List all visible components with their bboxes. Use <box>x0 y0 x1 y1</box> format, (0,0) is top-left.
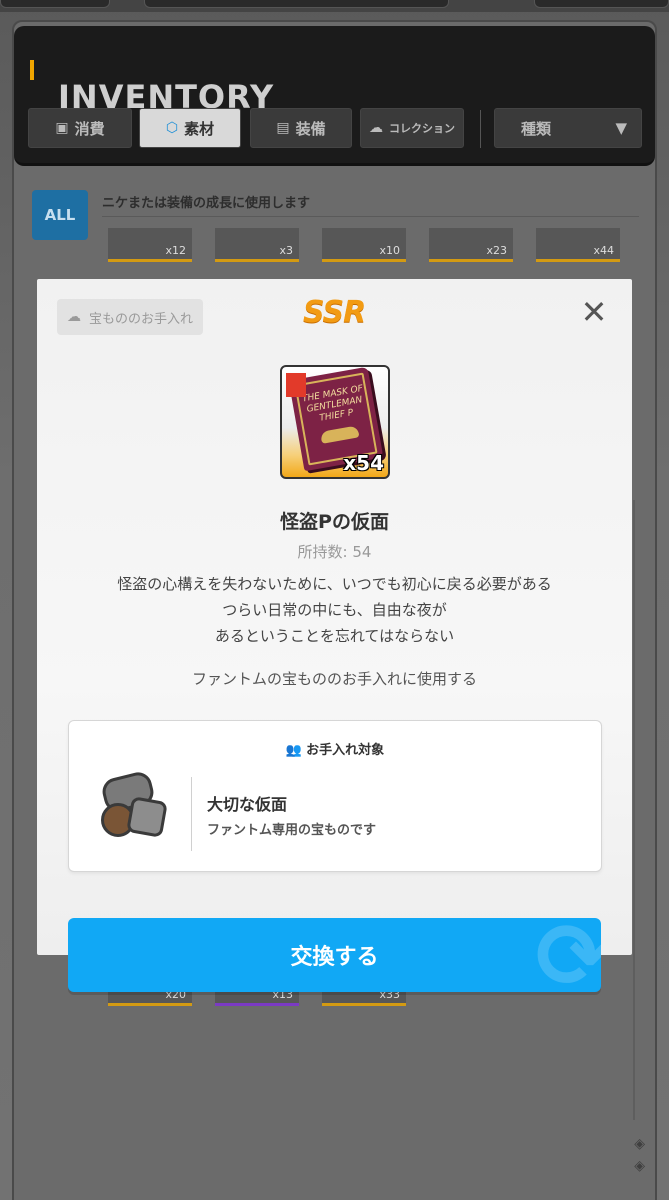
tab-material[interactable]: ⬡ 素材 <box>139 108 241 148</box>
close-icon[interactable]: ✕ <box>578 296 610 329</box>
item-icon-card: THE MASK OF GENTLEMAN THIEF P x54 <box>280 365 390 479</box>
category-hint: ニケまたは装備の成長に使用します <box>102 196 311 211</box>
item-usage: ファントムの宝もののお手入れに使用する <box>191 670 477 688</box>
care-target-box: 👥 お手入れ対象 大切な仮面 ファントム専用の宝ものです <box>68 720 602 872</box>
sort-dropdown[interactable]: 種類 ▼ <box>494 108 642 148</box>
refresh-icon: ⟳ <box>535 918 601 992</box>
people-icon: 👥 <box>285 743 303 758</box>
inventory-item[interactable]: x3 <box>215 228 299 262</box>
item-name: 怪盗Pの仮面 <box>280 511 389 533</box>
description-line: 怪盗の心構えを失わないために、いつでも初心に戻る必要がある <box>117 575 552 593</box>
care-target-title: 👥 お手入れ対象 <box>69 739 601 758</box>
inventory-item[interactable]: x23 <box>429 228 513 262</box>
description-line: つらい日常の中にも、自由な夜が <box>222 601 447 619</box>
exchange-label: 交換する <box>290 945 379 970</box>
tab-label: 消費 <box>74 119 105 138</box>
tab-label: 装備 <box>295 119 326 138</box>
tab-label: 素材 <box>184 119 215 138</box>
all-filter-button[interactable]: ALL <box>32 190 88 240</box>
tab-label: コレクション <box>389 122 455 135</box>
target-name: 大切な仮面 <box>207 795 288 814</box>
equipment-icon: ▤ <box>276 120 290 136</box>
tab-consumable[interactable]: ▣ 消費 <box>28 108 132 148</box>
care-target-label: お手入れ対象 <box>306 743 385 758</box>
inventory-item[interactable]: x10 <box>322 228 406 262</box>
rarity-label: SSR <box>303 295 366 330</box>
exchange-button[interactable]: ⟳ 交換する <box>68 918 601 992</box>
tab-equipment[interactable]: ▤ 装備 <box>250 108 352 148</box>
title-accent <box>30 60 34 80</box>
top-bar <box>0 0 669 12</box>
item-detail-modal: ☁ 宝もののお手入れ SSR ✕ THE MASK OF GENTLEMAN T… <box>37 279 632 955</box>
scrollbar-track[interactable] <box>633 500 635 1120</box>
hint-divider <box>102 216 639 217</box>
mask-icon <box>95 769 171 845</box>
consumable-icon: ▣ <box>55 120 69 136</box>
target-divider <box>191 777 192 851</box>
inventory-item[interactable]: x12 <box>108 228 192 262</box>
description-line: あるということを忘れてはならない <box>214 627 455 645</box>
tag-label: 宝もののお手入れ <box>89 311 194 327</box>
chevron-down-icon: ▼ <box>615 119 627 137</box>
hat-icon: ☁ <box>67 309 81 325</box>
inventory-item[interactable]: x44 <box>536 228 620 262</box>
sort-label: 種類 <box>521 119 552 138</box>
treasure-tag: ☁ 宝もののお手入れ <box>57 299 204 335</box>
item-quantity: x54 <box>343 451 384 475</box>
hat-icon: ☁ <box>369 120 383 136</box>
owned-count: 所持数: 54 <box>297 543 372 561</box>
target-subtitle: ファントム専用の宝ものです <box>207 823 377 838</box>
tab-divider <box>480 110 481 148</box>
item-description: 怪盗の心構えを失わないために、いつでも初心に戻る必要がある つらい日常の中にも、… <box>47 571 622 649</box>
tab-collection[interactable]: ☁ コレクション <box>360 108 464 148</box>
ribbon-icon <box>286 373 306 397</box>
material-icon: ⬡ <box>165 120 179 136</box>
scroll-marker-icons: ◈ ◈ <box>634 1136 645 1174</box>
category-tabs: ▣ 消費 ⬡ 素材 ▤ 装備 ☁ コレクション 種類 ▼ <box>28 108 642 150</box>
